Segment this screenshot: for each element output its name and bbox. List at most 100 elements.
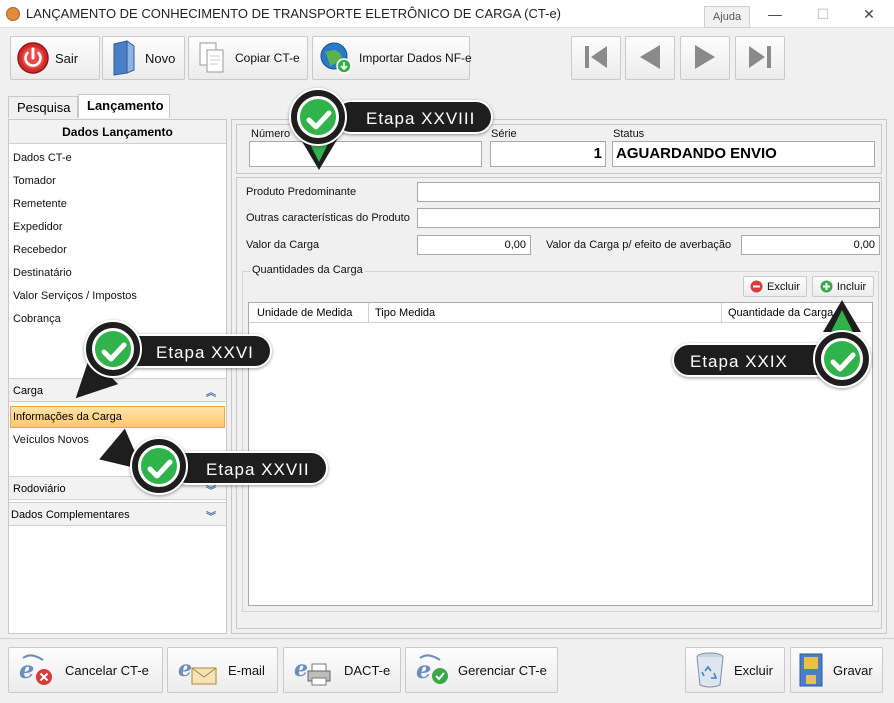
email-icon: e bbox=[168, 652, 228, 688]
callout-badge-xxix bbox=[813, 330, 871, 388]
recycle-bin-icon bbox=[686, 651, 734, 689]
first-record-button[interactable] bbox=[571, 36, 621, 80]
power-icon bbox=[11, 41, 55, 75]
callout-badge-xxviii bbox=[289, 88, 347, 146]
email-label: E-mail bbox=[228, 662, 265, 678]
copy-icon bbox=[189, 41, 235, 75]
copiar-cte-button[interactable]: Copiar CT-e bbox=[188, 36, 308, 80]
serie-label: Série bbox=[491, 128, 517, 140]
quantidades-incluir-label: Incluir bbox=[836, 280, 867, 293]
callout-etapa-xxvi: Etapa XXVI bbox=[120, 334, 272, 368]
svg-text:e: e bbox=[416, 655, 431, 684]
email-button[interactable]: e E-mail bbox=[167, 647, 278, 693]
cancelar-label: Cancelar CT-e bbox=[65, 662, 149, 678]
dacte-label: DACT-e bbox=[344, 662, 391, 678]
dacte-button[interactable]: e DACT-e bbox=[283, 647, 401, 693]
valor-carga-input[interactable]: 0,00 bbox=[417, 235, 531, 255]
last-record-button[interactable] bbox=[735, 36, 785, 80]
excluir-button[interactable]: Excluir bbox=[685, 647, 785, 693]
sair-label: Sair bbox=[55, 50, 79, 66]
valor-averbacao-input[interactable]: 0,00 bbox=[741, 235, 880, 255]
chevron-down-icon: ︾ bbox=[206, 512, 216, 523]
callout-etapa-xxvii: Etapa XXVII bbox=[170, 451, 328, 485]
help-tooltip: Ajuda bbox=[704, 6, 750, 28]
sidebar-item-destinatario[interactable]: Destinatário bbox=[13, 267, 72, 279]
callout-badge-xxvii bbox=[130, 437, 188, 495]
cte-manage-icon: e bbox=[406, 652, 458, 688]
checkmark-icon bbox=[830, 352, 856, 372]
checkmark-icon bbox=[101, 342, 127, 362]
first-record-icon bbox=[581, 42, 611, 75]
new-document-icon bbox=[103, 40, 145, 76]
minimize-button[interactable]: — bbox=[752, 0, 798, 28]
chevron-up-icon: ︽ bbox=[206, 388, 216, 399]
status-field: AGUARDANDO ENVIO bbox=[612, 141, 875, 167]
svg-text:e: e bbox=[294, 656, 308, 682]
section-carga[interactable]: Carga ︽ bbox=[9, 378, 226, 402]
column-tipo-medida[interactable]: Tipo Medida bbox=[369, 303, 722, 323]
sidebar-item-valor-servicos[interactable]: Valor Serviços / Impostos bbox=[13, 290, 137, 302]
novo-label: Novo bbox=[145, 50, 176, 66]
previous-record-icon bbox=[635, 42, 665, 75]
valor-averbacao-label: Valor da Carga p/ efeito de averbação bbox=[546, 239, 732, 251]
sair-button[interactable]: Sair bbox=[10, 36, 100, 80]
numero-label: Número bbox=[251, 128, 291, 140]
cte-cancel-icon: e bbox=[9, 652, 65, 688]
tab-lancamento[interactable]: Lançamento bbox=[78, 94, 170, 118]
sidebar-item-tomador[interactable]: Tomador bbox=[13, 175, 56, 187]
outras-label: Outras características do Produto bbox=[246, 212, 410, 224]
close-button[interactable]: ✕ bbox=[846, 0, 892, 28]
outras-input[interactable] bbox=[417, 208, 880, 228]
column-unidade-medida[interactable]: Unidade de Medida bbox=[249, 303, 369, 323]
numero-field[interactable] bbox=[249, 141, 482, 167]
callout-badge-xxvi bbox=[84, 320, 142, 378]
table-header: Unidade de Medida Tipo Medida Quantidade… bbox=[249, 303, 872, 323]
callout-etapa-xxix: Etapa XXIX bbox=[672, 343, 836, 377]
sidebar-item-informacoes-carga[interactable]: Informações da Carga bbox=[10, 406, 225, 428]
copiar-label: Copiar CT-e bbox=[235, 51, 300, 65]
novo-button[interactable]: Novo bbox=[102, 36, 185, 80]
footer-divider bbox=[0, 638, 894, 639]
remove-icon bbox=[750, 280, 763, 293]
svg-text:e: e bbox=[19, 655, 34, 684]
excluir-label: Excluir bbox=[734, 662, 774, 678]
gerenciar-cte-button[interactable]: e Gerenciar CT-e bbox=[405, 647, 558, 693]
app-icon bbox=[6, 7, 20, 21]
maximize-button[interactable]: ☐ bbox=[800, 0, 846, 28]
checkmark-icon bbox=[306, 110, 332, 130]
next-record-icon bbox=[690, 42, 720, 75]
sidebar-item-cobranca[interactable]: Cobrança bbox=[13, 313, 61, 325]
section-dados-complementares[interactable]: Dados Complementares ︾ bbox=[9, 502, 226, 526]
quantidades-excluir-button[interactable]: Excluir bbox=[743, 276, 807, 297]
section-rodoviario-label: Rodoviário bbox=[13, 483, 66, 495]
section-carga-label: Carga bbox=[13, 385, 43, 397]
gravar-label: Gravar bbox=[833, 662, 873, 678]
produto-input[interactable] bbox=[417, 182, 880, 202]
section-dados-complementares-label: Dados Complementares bbox=[11, 509, 130, 521]
window-title: LANÇAMENTO DE CONHECIMENTO DE TRANSPORTE… bbox=[26, 6, 562, 21]
globe-download-icon bbox=[313, 41, 359, 75]
checkmark-icon bbox=[147, 459, 173, 479]
importar-label: Importar Dados NF-e bbox=[359, 51, 472, 65]
next-record-button[interactable] bbox=[680, 36, 730, 80]
quantidades-title: Quantidades da Carga bbox=[250, 264, 365, 276]
quantidades-excluir-label: Excluir bbox=[766, 280, 800, 293]
sidebar-item-veiculos-novos[interactable]: Veículos Novos bbox=[13, 434, 89, 446]
sidebar-item-remetente[interactable]: Remetente bbox=[13, 198, 67, 210]
tab-pesquisa[interactable]: Pesquisa bbox=[8, 96, 78, 118]
cancelar-cte-button[interactable]: e Cancelar CT-e bbox=[8, 647, 163, 693]
sidebar-item-dados-cte[interactable]: Dados CT-e bbox=[13, 152, 72, 164]
quantidades-incluir-button[interactable]: Incluir bbox=[812, 276, 874, 297]
importar-nfe-button[interactable]: Importar Dados NF-e bbox=[312, 36, 472, 80]
previous-record-button[interactable] bbox=[625, 36, 675, 80]
sidebar-item-expedidor[interactable]: Expedidor bbox=[13, 221, 63, 233]
sidebar-item-informacoes-carga-label: Informações da Carga bbox=[13, 411, 122, 423]
serie-field[interactable]: 1 bbox=[490, 141, 606, 167]
printer-icon: e bbox=[284, 652, 344, 688]
last-record-icon bbox=[745, 42, 775, 75]
callout-etapa-xxviii: Etapa XXVIII bbox=[334, 100, 494, 134]
save-icon bbox=[791, 651, 833, 689]
add-icon bbox=[820, 280, 833, 293]
gravar-button[interactable]: Gravar bbox=[790, 647, 883, 693]
sidebar-item-recebedor[interactable]: Recebedor bbox=[13, 244, 67, 256]
